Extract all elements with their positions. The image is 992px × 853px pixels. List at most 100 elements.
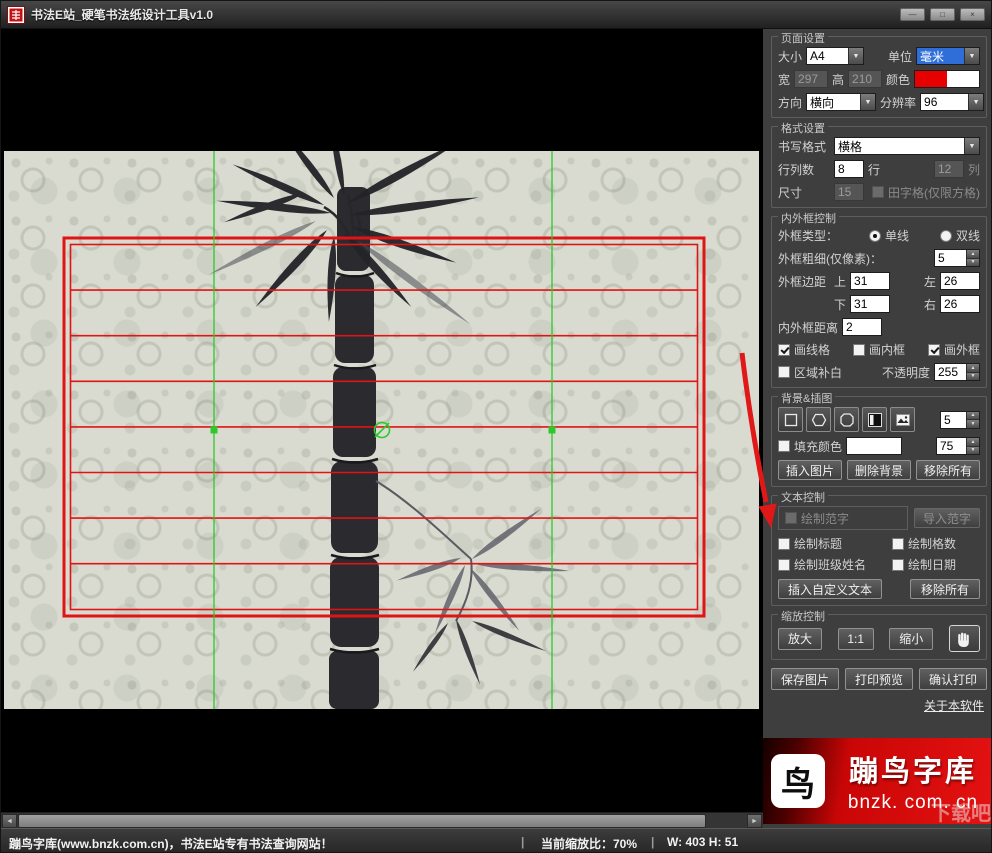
fill-color-checkbox[interactable]: 填充颜色 xyxy=(778,438,842,455)
spin-down-icon[interactable]: ▼ xyxy=(967,445,979,454)
resolution-select[interactable]: 96 ▼ xyxy=(920,93,985,111)
checkbox-icon xyxy=(872,186,884,198)
writing-format-select[interactable]: 横格 ▼ xyxy=(834,137,980,155)
rows-field[interactable]: 8 xyxy=(834,160,864,178)
maximize-button[interactable]: □ xyxy=(930,8,955,21)
writing-format-label: 书写格式 xyxy=(778,139,827,154)
status-size-text: W: 403 H: 51 xyxy=(667,835,739,849)
scroll-left-button[interactable]: ◄ xyxy=(2,814,17,828)
chevron-down-icon[interactable]: ▼ xyxy=(860,94,876,110)
page-color-well[interactable] xyxy=(914,70,981,88)
fill-shape-button[interactable] xyxy=(862,407,887,432)
status-zoom-text: 当前缩放比：70% xyxy=(541,837,638,851)
guide-handle-left[interactable] xyxy=(210,426,218,434)
single-line-radio[interactable]: 单线 xyxy=(868,227,909,244)
draw-grid-checkbox[interactable]: 画线格 xyxy=(778,341,830,358)
insert-custom-text-button[interactable]: 插入自定义文本 xyxy=(778,579,882,599)
spin-up-icon[interactable]: ▲ xyxy=(967,411,979,419)
import-model-button[interactable]: 导入范字 xyxy=(914,508,980,528)
tianzige-checkbox[interactable]: 田字格(仅限方格) xyxy=(872,184,980,201)
close-button[interactable]: × xyxy=(960,8,985,21)
guide-handle-right[interactable] xyxy=(548,426,556,434)
fill-color-swatch[interactable] xyxy=(846,437,903,455)
shape-count-spinner[interactable]: 5 ▲ ▼ xyxy=(940,410,980,429)
draw-model-checkbox[interactable]: 绘制范字 xyxy=(785,510,849,527)
scroll-right-button[interactable]: ► xyxy=(747,814,762,828)
page-size-select[interactable]: A4 ▼ xyxy=(806,47,865,65)
white-color-swatch[interactable] xyxy=(947,71,980,87)
thickness-spinner[interactable]: 5 ▲ ▼ xyxy=(934,249,980,267)
spin-up-icon[interactable]: ▲ xyxy=(967,250,979,258)
watermark: 下载吧 xyxy=(931,803,991,824)
pan-hand-button[interactable] xyxy=(948,625,980,652)
cols-field[interactable]: 12 xyxy=(933,160,964,178)
zoom-in-button[interactable]: 放大 xyxy=(778,627,822,650)
chevron-down-icon[interactable]: ▼ xyxy=(968,94,984,110)
hexagon-shape-button[interactable] xyxy=(806,407,831,432)
margin-label: 外框边距 xyxy=(778,274,827,289)
confirm-print-button[interactable]: 确认打印 xyxy=(919,668,987,690)
titlebar[interactable]: 书法E站_硬笔书法纸设计工具v1.0 — □ × xyxy=(1,1,991,29)
spin-up-icon[interactable]: ▲ xyxy=(967,438,979,446)
spin-down-icon[interactable]: ▼ xyxy=(967,371,979,380)
chevron-down-icon[interactable]: ▼ xyxy=(964,138,979,154)
window-title: 书法E站_硬笔书法纸设计工具v1.0 xyxy=(31,8,214,22)
checkbox-icon xyxy=(778,366,790,378)
double-line-radio[interactable]: 双线 xyxy=(939,227,980,244)
scrollbar-thumb[interactable] xyxy=(18,814,706,828)
delete-background-button[interactable]: 删除背景 xyxy=(847,460,911,480)
chevron-down-icon[interactable]: ▼ xyxy=(964,48,979,64)
remove-all-text-button[interactable]: 移除所有 xyxy=(910,579,980,599)
chevron-down-icon[interactable]: ▼ xyxy=(848,48,864,64)
design-paper[interactable] xyxy=(4,151,759,709)
red-color-swatch[interactable] xyxy=(915,71,948,87)
print-preview-button[interactable]: 打印预览 xyxy=(845,668,913,690)
insert-image-button[interactable]: 插入图片 xyxy=(778,460,842,480)
save-image-button[interactable]: 保存图片 xyxy=(771,668,839,690)
zoom-control-group: 缩放控制 放大 1:1 缩小 xyxy=(771,608,987,660)
checkbox-icon xyxy=(778,440,790,452)
width-field[interactable]: 297 xyxy=(794,70,828,88)
fill-opacity-spinner[interactable]: 75 ▲ ▼ xyxy=(936,437,980,455)
minimize-icon: — xyxy=(908,10,917,19)
unit-select[interactable]: 毫米 ▼ xyxy=(916,47,980,65)
zoom-out-button[interactable]: 缩小 xyxy=(889,627,934,650)
draw-count-checkbox[interactable]: 绘制格数 xyxy=(892,535,980,552)
margin-top-field[interactable]: 31 xyxy=(850,272,891,290)
remove-all-images-button[interactable]: 移除所有 xyxy=(916,460,980,480)
canvas-viewport[interactable] xyxy=(1,29,763,812)
unit-label: 单位 xyxy=(887,49,912,64)
horizontal-scrollbar[interactable]: ◄ ► xyxy=(1,812,763,828)
cell-size-field[interactable]: 15 xyxy=(834,183,864,201)
image-shape-button[interactable] xyxy=(890,407,915,432)
square-shape-button[interactable] xyxy=(778,407,803,432)
height-field[interactable]: 210 xyxy=(848,70,882,88)
actual-size-button[interactable]: 1:1 xyxy=(837,627,874,650)
draw-inner-checkbox[interactable]: 画内框 xyxy=(852,341,905,358)
draw-outer-checkbox[interactable]: 画外框 xyxy=(927,341,980,358)
window-controls: — □ × xyxy=(900,8,985,21)
draw-date-checkbox[interactable]: 绘制日期 xyxy=(892,556,980,573)
shape-count-value: 5 xyxy=(944,412,951,427)
octagon-shape-button[interactable] xyxy=(834,407,859,432)
orientation-select[interactable]: 横向 ▼ xyxy=(806,93,877,111)
margin-top-label: 上 xyxy=(834,274,847,289)
opacity-spinner[interactable]: 255 ▲ ▼ xyxy=(934,363,980,381)
banner-ad[interactable]: 鸟 蹦鸟字库 bnzk. com. cn 下载吧 xyxy=(763,738,991,824)
single-line-label: 单线 xyxy=(884,229,909,243)
margin-bottom-field[interactable]: 31 xyxy=(850,295,891,313)
margin-right-field[interactable]: 26 xyxy=(940,295,980,313)
draw-class-checkbox[interactable]: 绘制班级姓名 xyxy=(778,556,866,573)
frame-gap-field[interactable]: 2 xyxy=(842,318,883,336)
margin-left-field[interactable]: 26 xyxy=(940,272,980,290)
spin-down-icon[interactable]: ▼ xyxy=(967,419,979,428)
format-settings-group: 格式设置 书写格式 横格 ▼ 行列数 8 行 12 列 尺寸 15 田字格(仅限… xyxy=(771,120,987,208)
draw-model-label: 绘制范字 xyxy=(801,511,850,526)
spin-up-icon[interactable]: ▲ xyxy=(967,364,979,372)
about-link[interactable]: 关于本软件 xyxy=(924,699,984,713)
area-padding-checkbox[interactable]: 区域补白 xyxy=(778,364,842,381)
draw-title-checkbox[interactable]: 绘制标题 xyxy=(778,535,842,552)
minimize-button[interactable]: — xyxy=(900,8,925,21)
spin-down-icon[interactable]: ▼ xyxy=(967,257,979,266)
double-line-label: 双线 xyxy=(955,229,980,243)
